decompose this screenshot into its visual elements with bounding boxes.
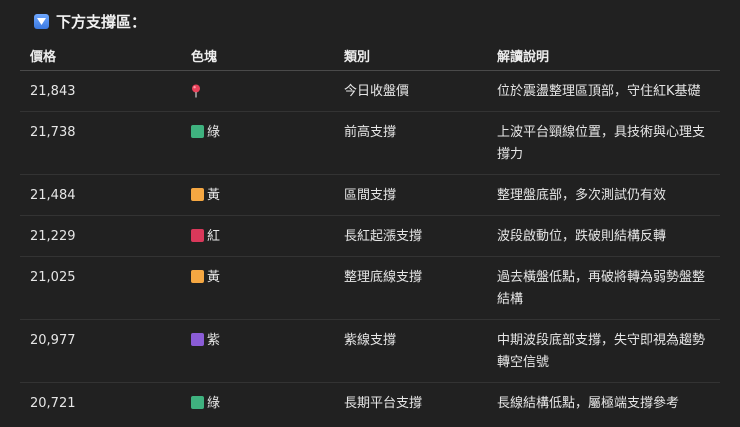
down-arrow-button-icon <box>34 13 49 29</box>
table-header-row: 價格 色塊 類別 解讀說明 <box>20 40 720 71</box>
green-square-icon <box>191 125 204 138</box>
header-color: 色塊 <box>181 40 334 71</box>
cell-type: 前高支撐 <box>334 111 487 175</box>
cell-price: 21,484 <box>20 174 181 216</box>
cell-description: 長線結構低點，屬極端支撐參考 <box>497 396 680 411</box>
header-price: 價格 <box>20 40 181 71</box>
cell-color: 黃 <box>181 256 334 320</box>
color-label: 黃 <box>207 188 221 203</box>
color-label: 綠 <box>207 125 221 140</box>
cell-price: 20,977 <box>20 319 181 383</box>
cell-color: 綠 <box>181 111 334 175</box>
cell-color: 黃 <box>181 174 334 216</box>
cell-type: 今日收盤價 <box>334 70 487 112</box>
color-label: 黃 <box>207 270 221 285</box>
support-levels-table: 價格 色塊 類別 解讀說明 21,843 今日收盤價 位於震盪整理區頂部，守住紅K基… <box>20 40 720 423</box>
cell-description: 上波平台頸線位置，具技術與心理支撐力 <box>487 111 720 175</box>
header-description: 解讀說明 <box>487 40 720 71</box>
cell-price: 21,025 <box>20 256 181 320</box>
cell-type: 長紅起漲支撐 <box>334 215 487 257</box>
color-label: 紅 <box>207 229 221 244</box>
cell-price: 21,229 <box>20 215 181 257</box>
table-row: 21,843 今日收盤價 位於震盪整理區頂部，守住紅K基礎 <box>20 70 720 112</box>
cell-color: 綠 <box>181 383 334 424</box>
cell-price: 21,843 <box>20 70 181 112</box>
table-row: 20,721 綠 長期平台支撐 長線結構低點，屬極端支撐參考 <box>20 383 720 424</box>
section-heading: 下方支撐區： <box>34 10 146 32</box>
yellow-square-icon <box>191 188 204 201</box>
cell-type: 整理底線支撐 <box>334 256 487 320</box>
cell-description: 中期波段底部支撐，失守即視為趨勢轉空信號 <box>487 319 720 383</box>
section-heading-text: 下方支撐區： <box>56 12 147 31</box>
cell-color: 紅 <box>181 215 334 257</box>
cell-type: 區間支撐 <box>334 174 487 216</box>
cell-type: 長期平台支撐 <box>344 396 423 411</box>
table-row: 21,229 紅 長紅起漲支撐 波段啟動位，跌破則結構反轉 <box>20 215 720 257</box>
table-row: 20,977 紫 紫線支撐 中期波段底部支撐，失守即視為趨勢轉空信號 <box>20 319 720 383</box>
table-row: 21,484 黃 區間支撐 整理盤底部，多次測試仍有效 <box>20 174 720 216</box>
table-row: 21,738 綠 前高支撐 上波平台頸線位置，具技術與心理支撐力 <box>20 111 720 175</box>
cell-price: 20,721 <box>30 396 76 411</box>
table-body: 21,843 今日收盤價 位於震盪整理區頂部，守住紅K基礎 21,738 綠 前高支撐 上波… <box>20 70 720 424</box>
cell-color: 紫 <box>181 319 334 383</box>
cell-price: 21,738 <box>20 111 181 175</box>
round-pushpin-icon <box>191 84 201 99</box>
header-type: 類別 <box>334 40 487 71</box>
green-square-icon <box>191 396 204 409</box>
cell-description: 波段啟動位，跌破則結構反轉 <box>487 215 720 257</box>
color-label: 綠 <box>207 396 221 411</box>
table-row: 21,025 黃 整理底線支撐 過去橫盤低點，再破將轉為弱勢盤整結構 <box>20 256 720 320</box>
color-label: 紫 <box>207 333 221 348</box>
cell-type: 紫線支撐 <box>334 319 487 383</box>
cell-color <box>181 70 334 112</box>
cell-description: 整理盤底部，多次測試仍有效 <box>487 174 720 216</box>
cell-description: 過去橫盤低點，再破將轉為弱勢盤整結構 <box>487 256 720 320</box>
cell-description: 位於震盪整理區頂部，守住紅K基礎 <box>487 70 720 112</box>
purple-square-icon <box>191 333 204 346</box>
yellow-square-icon <box>191 270 204 283</box>
red-square-icon <box>191 229 204 242</box>
